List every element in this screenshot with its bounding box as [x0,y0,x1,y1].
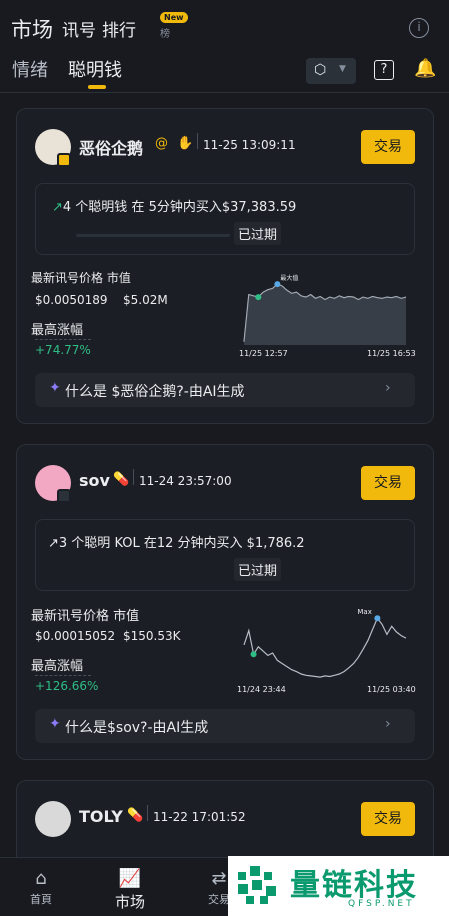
chevron-right-icon: › [385,380,391,396]
price-chart[interactable]: 最大值 [237,269,413,351]
signal-text: 3 个聪明 KOL 在12 分钟内买入 $1,786.2 [58,536,305,551]
max-label: Max [357,608,371,616]
signal-time: 11-22 17:01:52 [153,810,246,824]
tab-market[interactable]: 市场 [11,14,53,44]
gain-label: 最高涨幅 [31,659,84,674]
at-icon[interactable]: @ [155,136,168,151]
separator [197,133,198,149]
chain-icon: ⬡ [314,62,327,78]
max-gain: +74.77% [35,343,91,357]
signal-text: 4 个聪明钱 在 5分钟内买入$37,383.59 [62,200,297,215]
trade-button[interactable]: 交易 [361,466,415,500]
chain-badge-icon [57,153,71,167]
signal-price: $0.00015052 [35,629,116,643]
price-label: 最新讯号价格 市值 [31,269,131,286]
price-line [243,617,407,678]
signal-card: sov 💊 11-24 23:57:00 交易 ↗3 个聪明 KOL 在12 分… [16,444,434,760]
tab-smart-money[interactable]: 聪明钱 [68,56,122,82]
leaf-icon[interactable]: ✋ [177,136,193,151]
separator [133,469,134,485]
alert-settings-icon[interactable]: 🔔 [414,58,436,79]
nav-home-label: 首頁 [30,893,52,906]
watermark-logo-icon [238,866,276,904]
mcap-label-text: 市值 [106,271,131,285]
signal-box: ↗3 个聪明 KOL 在12 分钟内买入 $1,786.2 已过期 [35,519,415,591]
rank-sub-tab[interactable]: 榜 [160,25,170,40]
chart-icon: 📈 [118,868,142,889]
nav-home[interactable]: ⌂ 首頁 [24,858,58,907]
price-label-text: 最新讯号价格 [31,271,104,285]
ai-summary-bar[interactable]: ✦ 什么是$sov?-由AI生成 › [35,709,415,743]
home-icon: ⌂ [35,868,47,889]
new-badge: New [160,12,188,23]
signal-time: 11-24 23:57:00 [139,474,232,488]
trade-button[interactable]: 交易 [361,802,415,836]
trend-up-icon: ↗ [48,536,59,551]
market-cap: $5.02M [123,293,168,307]
chevron-down-icon: ▼ [339,64,346,74]
watermark-text: 量链科技 [290,868,418,903]
avatar[interactable] [35,801,71,837]
signal-description: ↗4 个聪明钱 在 5分钟内买入$37,383.59 [52,196,296,215]
signal-point [250,651,257,658]
watermark-url: QFSP.NET [348,899,415,909]
ai-summary-bar[interactable]: ✦ 什么是 $恶俗企鹅?-由AI生成 › [35,373,415,407]
watermark: 量链科技 QFSP.NET [228,856,449,916]
dashed-underline [35,675,91,676]
signal-card: 恶俗企鹅 @ ✋ 11-25 13:09:11 交易 ↗4 个聪明钱 在 5分钟… [16,108,434,424]
token-name[interactable]: TOLY [79,807,123,826]
divider [0,92,449,93]
sparkle-icon: ✦ [49,380,61,396]
price-chart[interactable]: Max [237,605,413,687]
status-badge: 已过期 [234,558,282,581]
ai-summary-text: 什么是$sov?-由AI生成 [65,720,209,736]
signal-description: ↗3 个聪明 KOL 在12 分钟内买入 $1,786.2 [48,532,305,551]
x-start-label: 11/24 23:44 [237,685,286,694]
price-area [244,284,406,345]
chevron-right-icon: › [385,716,391,732]
signal-point [255,294,262,301]
info-icon[interactable]: i [409,18,429,38]
nav-market[interactable]: 📈 市场 [108,858,152,912]
active-tab-indicator [88,85,106,89]
max-label: 最大值 [280,274,298,282]
max-point [374,615,381,622]
top-tab-bar: 市场 讯号 排行 New 榜 i [0,0,449,46]
tab-signals[interactable]: 讯号 [62,16,96,41]
mcap-label-text: 市值 [113,609,140,624]
expiry-progress [76,234,230,237]
trade-button[interactable]: 交易 [361,130,415,164]
sparkle-icon: ✦ [49,716,61,732]
tab-rank[interactable]: 排行 [102,16,136,41]
chain-selector[interactable]: ⬡ ▼ [306,58,356,84]
ai-summary-text: 什么是 $恶俗企鹅?-由AI生成 [65,384,245,400]
signal-box: ↗4 个聪明钱 在 5分钟内买入$37,383.59 已过期 [35,183,415,255]
x-start-label: 11/25 12:57 [239,349,288,358]
token-name[interactable]: 恶俗企鹅 [79,135,143,159]
max-gain: +126.66% [35,679,99,693]
market-cap: $150.53K [123,629,181,643]
pill-icon[interactable]: 💊 [113,472,129,487]
signal-price: $0.0050189 [35,293,108,307]
token-name[interactable]: sov [79,471,110,490]
nav-market-label: 市场 [114,893,145,911]
dashed-underline [35,339,91,340]
gain-label: 最高涨幅 [31,323,84,338]
status-badge: 已过期 [234,222,282,245]
pill-icon[interactable]: 💊 [127,808,143,823]
tab-sentiment[interactable]: 情绪 [12,56,48,82]
x-end-label: 11/25 16:53 [367,349,416,358]
x-end-label: 11/25 03:40 [367,685,416,694]
price-label: 最新讯号价格 市值 [31,605,139,624]
help-icon[interactable]: ? [374,60,394,80]
separator [147,805,148,821]
chain-badge-icon [57,489,71,503]
signal-time: 11-25 13:09:11 [203,138,296,152]
trend-up-icon: ↗ [52,200,63,215]
price-label-text: 最新讯号价格 [31,609,110,624]
